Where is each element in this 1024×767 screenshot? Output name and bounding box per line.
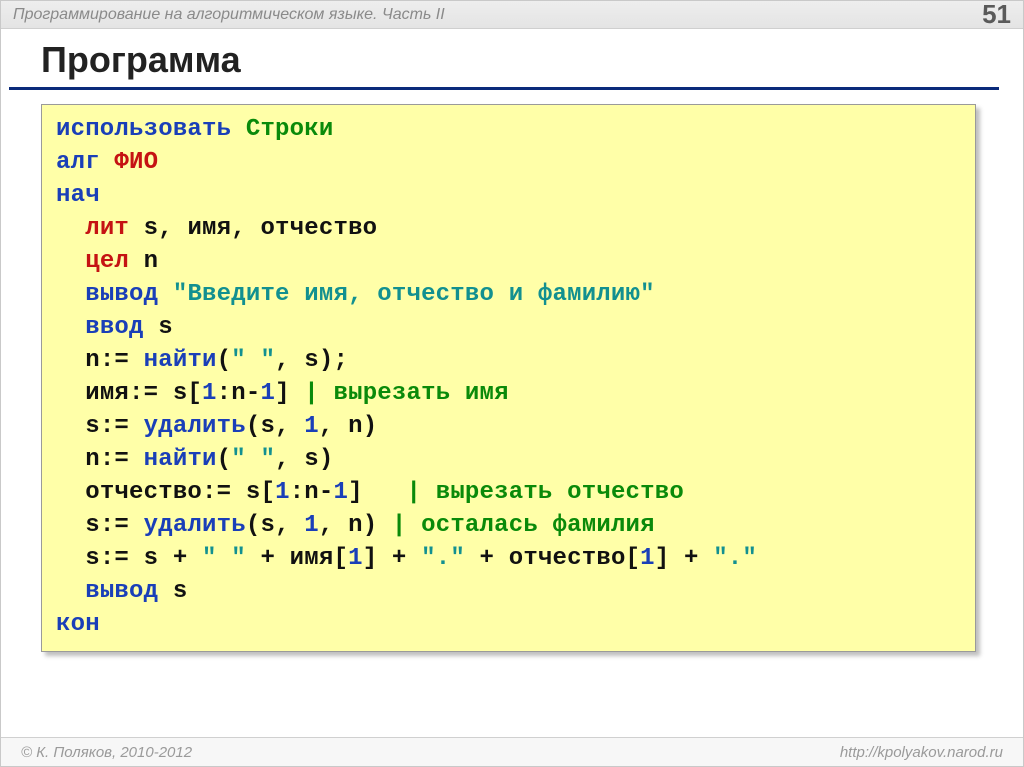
breadcrumb: Программирование на алгоритмическом язык… [13, 6, 445, 24]
code-line: s:= s + " " + имя[1] + "." + отчество[1]… [56, 542, 961, 575]
code-line: имя:= s[1:n-1] | вырезать имя [56, 377, 961, 410]
code-line: s:= удалить(s, 1, n) [56, 410, 961, 443]
code-token: удалить [144, 413, 246, 440]
code-token: ] [275, 380, 304, 407]
code-token: 1 [348, 545, 363, 572]
code-token: " " [231, 347, 275, 374]
code-listing: использовать Строкиалг ФИОнач лит s, имя… [56, 113, 961, 641]
code-token: алг [56, 149, 114, 176]
code-line: цел n [56, 245, 961, 278]
code-token: 1 [260, 380, 275, 407]
code-token: | вырезать отчество [407, 479, 684, 506]
code-token: n:= [85, 347, 143, 374]
code-token: + имя[ [246, 545, 348, 572]
code-token: | вырезать имя [304, 380, 508, 407]
page-title: Программа [41, 39, 999, 81]
code-token: | осталась фамилия [392, 512, 655, 539]
code-box: использовать Строкиалг ФИОнач лит s, имя… [41, 104, 976, 652]
code-token: ввод [85, 314, 158, 341]
code-token: ( [217, 446, 232, 473]
code-token: "." [713, 545, 757, 572]
code-token: n [144, 248, 159, 275]
code-token: удалить [144, 512, 246, 539]
code-token: цел [85, 248, 143, 275]
code-token: имя:= s[ [85, 380, 202, 407]
code-token: найти [144, 446, 217, 473]
code-line: использовать Строки [56, 113, 961, 146]
code-token: s [158, 314, 173, 341]
code-token: , n) [319, 512, 392, 539]
code-line: вывод s [56, 575, 961, 608]
top-bar: Программирование на алгоритмическом язык… [1, 1, 1023, 29]
page-number: 51 [982, 0, 1011, 30]
code-token: s:= [85, 413, 143, 440]
code-token: 1 [640, 545, 655, 572]
code-token: вывод [85, 578, 173, 605]
code-token: s [173, 578, 188, 605]
code-token: , s); [275, 347, 348, 374]
code-token: 1 [202, 380, 217, 407]
code-token: кон [56, 611, 100, 638]
code-token: использовать [56, 116, 246, 143]
code-token: ФИО [114, 149, 158, 176]
code-token: (s, [246, 413, 304, 440]
code-token: 1 [304, 512, 319, 539]
footer: © К. Поляков, 2010-2012 http://kpolyakov… [1, 737, 1023, 766]
code-box-wrap: использовать Строкиалг ФИОнач лит s, имя… [41, 104, 976, 652]
code-token: 1 [304, 413, 319, 440]
code-line: кон [56, 608, 961, 641]
code-line: алг ФИО [56, 146, 961, 179]
copyright: © К. Поляков, 2010-2012 [21, 744, 192, 761]
code-token: вывод [85, 281, 173, 308]
code-token: лит [85, 215, 143, 242]
code-token: найти [144, 347, 217, 374]
code-token: , s) [275, 446, 333, 473]
code-token: 1 [275, 479, 290, 506]
code-line: нач [56, 179, 961, 212]
footer-url: http://kpolyakov.narod.ru [840, 744, 1003, 761]
code-token: + отчество[ [465, 545, 640, 572]
code-token: s:= s + [85, 545, 202, 572]
code-line: s:= удалить(s, 1, n) | осталась фамилия [56, 509, 961, 542]
code-token: :n- [217, 380, 261, 407]
slide: Программирование на алгоритмическом язык… [0, 0, 1024, 767]
code-token: n:= [85, 446, 143, 473]
title-area: Программа [1, 29, 1023, 81]
code-line: отчество:= s[1:n-1] | вырезать отчество [56, 476, 961, 509]
code-token: ] + [363, 545, 421, 572]
code-token: " " [202, 545, 246, 572]
code-token: "." [421, 545, 465, 572]
code-token: " " [231, 446, 275, 473]
code-line: вывод "Введите имя, отчество и фамилию" [56, 278, 961, 311]
code-token: s:= [85, 512, 143, 539]
code-line: n:= найти(" ", s) [56, 443, 961, 476]
code-token: ] [348, 479, 406, 506]
code-token: ] + [655, 545, 713, 572]
code-token: нач [56, 182, 100, 209]
code-token: отчество:= s[ [85, 479, 275, 506]
code-token: 1 [333, 479, 348, 506]
code-token: Строки [246, 116, 334, 143]
code-token: (s, [246, 512, 304, 539]
code-token: "Введите имя, отчество и фамилию" [173, 281, 655, 308]
code-line: лит s, имя, отчество [56, 212, 961, 245]
code-token: :n- [290, 479, 334, 506]
code-token: , n) [319, 413, 377, 440]
code-token: s, имя, отчество [144, 215, 378, 242]
code-line: ввод s [56, 311, 961, 344]
title-rule [9, 87, 999, 90]
code-line: n:= найти(" ", s); [56, 344, 961, 377]
code-token: ( [217, 347, 232, 374]
